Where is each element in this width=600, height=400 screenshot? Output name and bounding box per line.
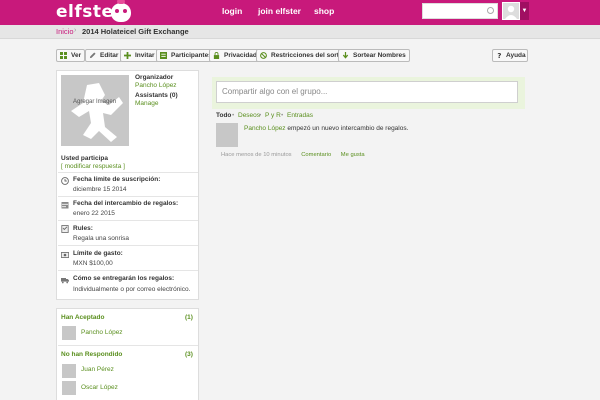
deadline-label: Fecha límite de suscripción:: [73, 176, 161, 183]
sortear-label: Sortear Nombres: [353, 52, 406, 59]
divider: [58, 245, 198, 246]
delivery-value: Individualmente o por correo electrónico…: [73, 286, 191, 293]
nav-join[interactable]: join elfster: [258, 6, 301, 16]
divider: [58, 270, 198, 271]
divider: [58, 345, 198, 346]
money-icon: [61, 252, 69, 258]
rules-value: Regala una sonrisa: [73, 235, 130, 242]
lock-icon: [213, 52, 220, 59]
restricciones-button[interactable]: Restricciones del sorteo: [256, 49, 351, 62]
feed-meta: Hace menos de 10 minutos Comentario Me g…: [221, 152, 365, 158]
divider: [58, 172, 198, 173]
deadline-value: diciembre 15 2014: [73, 186, 127, 193]
user-avatar[interactable]: [502, 2, 520, 20]
logo-elf-icon[interactable]: [111, 0, 131, 22]
sortear-nombres-button[interactable]: Sortear Nombres: [338, 49, 410, 62]
modify-response-link[interactable]: [ modificar respuesta ]: [61, 163, 125, 170]
participantes-label: Participantes: [171, 52, 212, 59]
filter-qa[interactable]: P y R: [265, 112, 281, 119]
member-link[interactable]: Pancho López: [81, 329, 123, 336]
participation-status: Usted participa: [61, 155, 108, 162]
invitar-button[interactable]: Invitar: [120, 49, 159, 62]
feed-action-text: empezó un nuevo intercambio de regalos.: [285, 125, 409, 132]
spending-limit-value: MXN $100,00: [73, 260, 113, 267]
top-bar: elfster login join elfster shop ▼: [0, 0, 600, 25]
exchange-date-label: Fecha del intercambio de regalos:: [73, 200, 179, 207]
grid-icon: [60, 52, 67, 59]
filter-separator: •: [232, 112, 235, 119]
shuffle-icon: [342, 52, 349, 59]
filter-all[interactable]: Todo: [216, 112, 231, 119]
comment-link[interactable]: Comentario: [301, 152, 331, 158]
nav-login[interactable]: login: [222, 6, 242, 16]
feed-item: Pancho López empezó un nuevo intercambio…: [244, 125, 408, 132]
spending-limit-label: Límite de gasto:: [73, 250, 123, 257]
clock-icon: [61, 177, 69, 185]
participantes-button[interactable]: Participantes: [156, 49, 216, 62]
feed-timestamp: Hace menos de 10 minutos: [221, 152, 292, 158]
share-input[interactable]: Compartir algo con el grupo...: [216, 81, 518, 103]
invitar-label: Invitar: [135, 52, 155, 59]
manage-link[interactable]: Manage: [135, 100, 159, 107]
breadcrumb-home[interactable]: Inicio: [56, 27, 74, 36]
member-link[interactable]: Juan Pérez: [81, 366, 114, 373]
exchange-date-value: enero 22 2015: [73, 210, 115, 217]
filter-wishes[interactable]: Deseos: [238, 112, 260, 119]
calendar-icon: [61, 202, 69, 209]
avatar[interactable]: [62, 326, 76, 340]
feed-author-link[interactable]: Pancho López: [244, 125, 286, 132]
accepted-count: (1): [185, 314, 193, 321]
delivery-label: Cómo se entregarán los regalos:: [73, 275, 175, 282]
help-icon: ?: [497, 52, 501, 59]
plus-icon: [124, 52, 131, 59]
filter-separator: •: [281, 112, 284, 119]
organizer-name-link[interactable]: Pancho López: [135, 82, 177, 89]
pending-count: (3): [185, 351, 193, 358]
pencil-icon: [89, 52, 96, 59]
elf-placeholder-icon: [71, 83, 123, 142]
editar-button[interactable]: Editar: [85, 49, 123, 62]
ayuda-label: Ayuda: [506, 52, 526, 59]
search-icon[interactable]: [487, 7, 494, 14]
restricciones-label: Restricciones del sorteo: [271, 52, 347, 59]
divider: [58, 196, 198, 197]
delivery-icon: [61, 278, 69, 284]
pending-group-label: No han Respondido: [61, 351, 123, 358]
like-link[interactable]: Me gusta: [341, 152, 365, 158]
list-icon: [160, 52, 167, 59]
ayuda-button[interactable]: ? Ayuda: [492, 49, 528, 62]
group-photo[interactable]: [61, 75, 129, 146]
ver-label: Ver: [71, 52, 82, 59]
search-input[interactable]: [422, 3, 498, 19]
organizer-label: Organizador: [135, 74, 174, 81]
rules-label: Rules:: [73, 225, 93, 232]
filter-separator: •: [259, 112, 262, 119]
user-menu-chevron-down-icon[interactable]: ▼: [520, 2, 529, 20]
svg-text:?: ?: [497, 52, 501, 59]
ver-button[interactable]: Ver: [56, 49, 86, 62]
privacidad-label: Privacidad: [224, 52, 257, 59]
page-title: 2014 Holateicel Gift Exchange: [82, 27, 189, 36]
nav-shop[interactable]: shop: [314, 6, 334, 16]
no-entry-icon: [260, 52, 267, 59]
editar-label: Editar: [100, 52, 119, 59]
add-image-label[interactable]: Agregar Imagen: [73, 99, 116, 105]
avatar[interactable]: [62, 381, 76, 395]
accepted-group-label: Han Aceptado: [61, 314, 105, 321]
assistants-label: Assistants (0): [135, 92, 178, 99]
avatar[interactable]: [216, 123, 238, 147]
rules-icon: [61, 225, 69, 233]
breadcrumb: Inicio › 2014 Holateicel Gift Exchange: [0, 25, 600, 39]
breadcrumb-separator: ›: [74, 27, 77, 34]
avatar[interactable]: [62, 364, 76, 378]
member-link[interactable]: Oscar López: [81, 384, 118, 391]
filter-entries[interactable]: Entradas: [287, 112, 313, 119]
divider: [58, 220, 198, 221]
privacidad-button[interactable]: Privacidad: [209, 49, 261, 62]
